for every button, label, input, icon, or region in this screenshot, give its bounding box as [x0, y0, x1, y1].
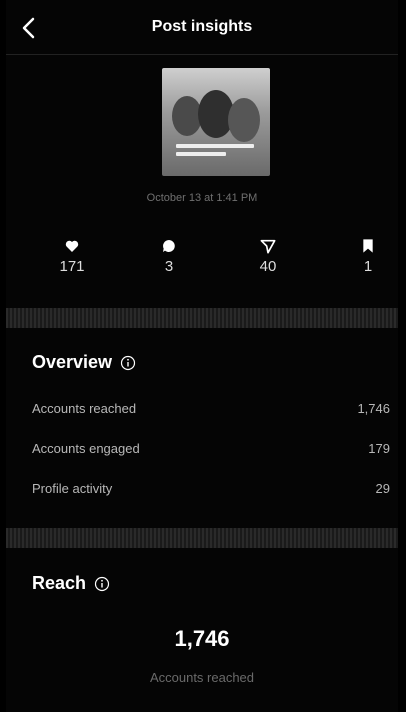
- likes-count: 171: [59, 258, 85, 275]
- row-label: Profile activity: [32, 480, 113, 496]
- row-label: Accounts engaged: [32, 440, 140, 456]
- comment-icon: [163, 240, 175, 252]
- row-value: 179: [368, 440, 390, 456]
- profile-activity-row[interactable]: Profile activity 29: [32, 476, 390, 500]
- row-value: 1,746: [357, 400, 390, 416]
- saves-stat: 1: [333, 238, 403, 275]
- info-icon[interactable]: [120, 355, 136, 371]
- info-icon[interactable]: [94, 576, 110, 592]
- shares-stat: 40: [233, 238, 303, 275]
- share-icon: [260, 239, 276, 254]
- engagement-stats: 171 3 40 1: [6, 238, 398, 294]
- comments-count: 3: [164, 258, 174, 275]
- accounts-engaged-row[interactable]: Accounts engaged 179: [32, 436, 390, 460]
- reach-heading: Reach: [32, 573, 110, 594]
- reach-title: Reach: [32, 573, 87, 593]
- row-label: Accounts reached: [32, 400, 137, 416]
- overview-heading: Overview: [32, 352, 136, 373]
- bookmark-icon: [363, 239, 373, 253]
- reach-caption: Accounts reached: [149, 670, 255, 685]
- post-image: [162, 68, 270, 176]
- header: Post insights: [6, 0, 398, 55]
- likes-stat: 171: [37, 238, 107, 275]
- shares-count: 40: [259, 258, 277, 275]
- post-insights-screen: Post insights October 13 at 1:41 PM 171 …: [6, 0, 398, 712]
- section-divider: [6, 308, 398, 328]
- section-divider: [6, 528, 398, 548]
- post-thumbnail[interactable]: [162, 68, 270, 176]
- heart-icon: [65, 240, 79, 252]
- post-date: October 13 at 1:41 PM: [146, 192, 258, 204]
- saves-count: 1: [363, 258, 373, 275]
- overview-title: Overview: [32, 352, 113, 372]
- comments-stat: 3: [134, 238, 204, 275]
- accounts-reached-row[interactable]: Accounts reached 1,746: [32, 396, 390, 420]
- row-value: 29: [375, 480, 390, 496]
- page-title: Post insights: [151, 18, 253, 35]
- reach-value: 1,746: [174, 626, 230, 651]
